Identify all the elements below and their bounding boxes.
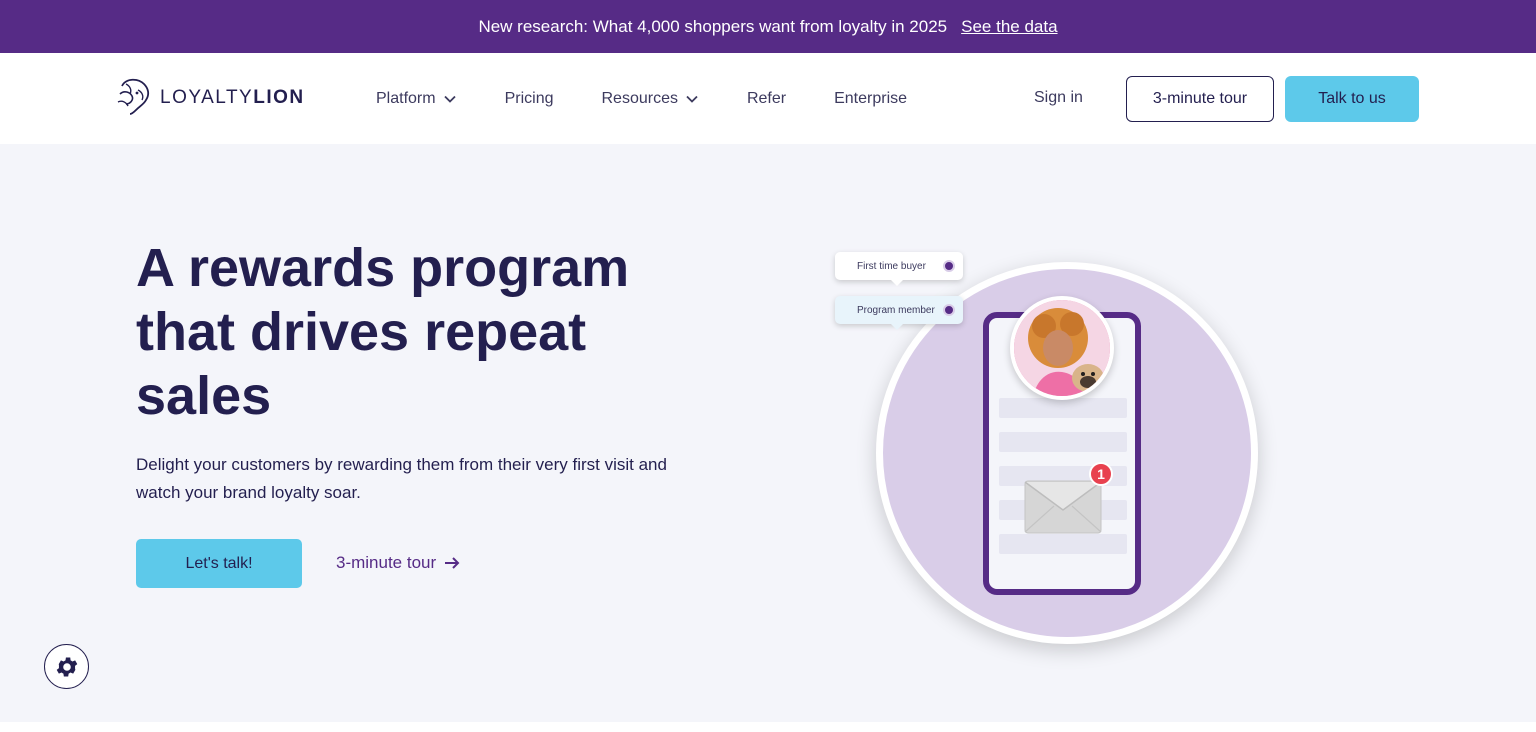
check-circle-icon	[943, 304, 955, 316]
envelope-icon	[1024, 480, 1102, 534]
arrow-right-icon	[445, 557, 460, 569]
see-the-data-link[interactable]: See the data	[961, 17, 1057, 37]
tag-pointer	[891, 280, 903, 286]
lion-head-icon	[116, 76, 154, 121]
hero-section: A rewards program that drives repeat sal…	[0, 144, 1536, 722]
nav-item-refer-label: Refer	[746, 89, 787, 107]
nav-item-platform-label: Platform	[376, 89, 436, 107]
gear-icon	[56, 656, 77, 677]
nav-item-resources[interactable]: Resources	[601, 90, 698, 108]
program-member-label: Program member	[857, 304, 935, 316]
cookie-settings-button[interactable]	[44, 644, 89, 689]
program-member-tag: Program member	[835, 296, 963, 330]
tag-pointer	[891, 324, 903, 330]
hero-subtext: Delight your customers by rewarding them…	[136, 455, 667, 502]
hero-illustration: First time buyer Program member 1	[820, 244, 1280, 654]
announcement-text: New research: What 4,000 shoppers want f…	[478, 16, 948, 36]
announcement-bar: New research: What 4,000 shoppers want f…	[0, 0, 1536, 53]
phone-row	[999, 398, 1127, 418]
nav-item-pricing-label: Pricing	[504, 89, 554, 107]
phone-row	[999, 432, 1127, 452]
tour-button[interactable]: 3-minute tour	[1126, 76, 1274, 122]
nav-item-resources-label: Resources	[601, 89, 678, 107]
primary-nav: Platform Pricing Resources Refer Enterpr…	[376, 53, 955, 144]
hero-headline: A rewards program that drives repeat sal…	[136, 238, 630, 426]
nav-item-pricing[interactable]: Pricing	[505, 90, 554, 108]
first-time-buyer-tag: First time buyer	[835, 252, 963, 286]
tour-link-label: 3-minute tour	[336, 553, 437, 572]
nav-item-refer[interactable]: Refer	[747, 90, 786, 108]
phone-row	[999, 534, 1127, 554]
first-time-buyer-label: First time buyer	[857, 260, 926, 272]
logo-wordmark: LOYALTYLION	[160, 87, 305, 108]
customer-avatar	[1010, 296, 1114, 400]
main-header: LOYALTYLION Platform Pricing Resources R…	[0, 53, 1536, 144]
talk-to-us-button[interactable]: Talk to us	[1285, 76, 1419, 122]
nav-item-platform[interactable]: Platform	[376, 90, 457, 108]
nav-item-enterprise-label: Enterprise	[834, 89, 908, 107]
check-circle-icon	[943, 260, 955, 272]
nav-item-enterprise[interactable]: Enterprise	[834, 90, 907, 108]
chevron-down-icon	[443, 95, 456, 103]
logo[interactable]: LOYALTYLION	[116, 77, 305, 119]
chevron-down-icon	[686, 95, 698, 103]
lets-talk-button[interactable]: Let's talk!	[136, 539, 302, 588]
sign-in-link[interactable]: Sign in	[1034, 89, 1083, 107]
tour-link[interactable]: 3-minute tour	[336, 553, 460, 573]
notification-badge: 1	[1089, 462, 1113, 486]
